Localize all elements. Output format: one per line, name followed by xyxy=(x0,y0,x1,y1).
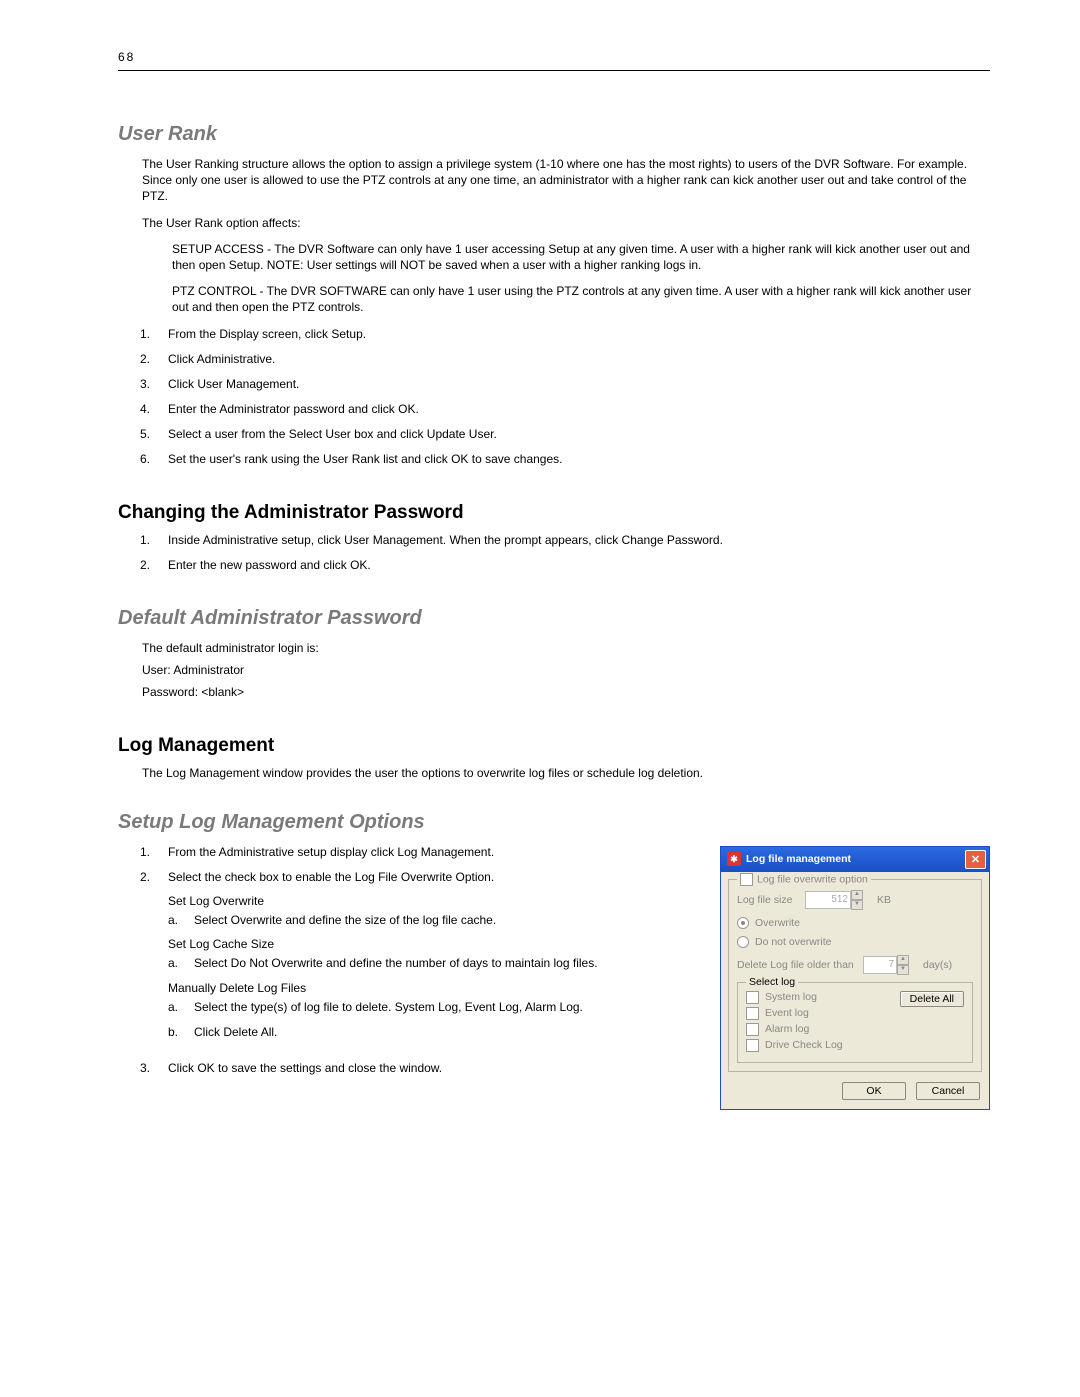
set-overwrite-a: Select Overwrite and define the size of … xyxy=(194,912,496,928)
log-file-size-label: Log file size xyxy=(737,894,805,906)
app-icon: ✱ xyxy=(727,852,741,866)
list-item: Enter the new password and click OK. xyxy=(168,557,371,573)
ok-button[interactable]: OK xyxy=(842,1082,906,1100)
default-pw-intro: The default administrator login is: xyxy=(142,640,990,656)
size-spinner[interactable]: ▲▼ xyxy=(851,890,863,910)
manual-delete-a: Select the type(s) of log file to delete… xyxy=(194,999,583,1015)
event-log-checkbox[interactable] xyxy=(746,1007,759,1020)
page-number: 68 xyxy=(118,50,990,64)
list-item: Click OK to save the settings and close … xyxy=(168,1060,442,1076)
kb-label: KB xyxy=(877,894,891,906)
overwrite-label: Overwrite xyxy=(755,917,800,929)
heading-change-password: Changing the Administrator Password xyxy=(118,502,990,524)
drive-check-log-label: Drive Check Log xyxy=(765,1039,843,1051)
event-log-label: Event log xyxy=(765,1007,809,1019)
list-item: Click User Management. xyxy=(168,376,299,392)
drive-check-log-checkbox[interactable] xyxy=(746,1039,759,1052)
list-item: Select a user from the Select User box a… xyxy=(168,426,497,442)
overwrite-option-checkbox[interactable] xyxy=(740,873,753,886)
select-log-label: Select log xyxy=(746,976,798,988)
header-divider xyxy=(118,70,990,71)
list-item: Select the check box to enable the Log F… xyxy=(168,869,494,885)
heading-setup-log: Setup Log Management Options xyxy=(118,811,990,834)
list-item: Set the user's rank using the User Rank … xyxy=(168,451,562,467)
manual-delete-b: Click Delete All. xyxy=(194,1024,277,1040)
log-mgmt-intro: The Log Management window provides the u… xyxy=(142,765,990,781)
set-cache-a: Select Do Not Overwrite and define the n… xyxy=(194,955,598,971)
do-not-overwrite-label: Do not overwrite xyxy=(755,936,831,948)
list-item: Click Administrative. xyxy=(168,351,275,367)
cancel-button[interactable]: Cancel xyxy=(916,1082,980,1100)
do-not-overwrite-radio[interactable] xyxy=(737,936,749,948)
delete-all-button[interactable]: Delete All xyxy=(900,991,964,1007)
log-file-management-dialog: ✱ Log file management ✕ Log file overwri… xyxy=(720,846,990,1110)
user-rank-steps: 1.From the Display screen, click Setup. … xyxy=(140,326,990,468)
user-rank-setup-access: SETUP ACCESS - The DVR Software can only… xyxy=(172,241,990,273)
change-pw-steps: 1.Inside Administrative setup, click Use… xyxy=(140,532,990,573)
delete-older-input[interactable]: 7 xyxy=(863,956,897,974)
alarm-log-label: Alarm log xyxy=(765,1023,809,1035)
default-pw-user: User: Administrator xyxy=(142,662,990,678)
heading-log-management: Log Management xyxy=(118,735,990,757)
days-spinner[interactable]: ▲▼ xyxy=(897,955,909,975)
log-file-size-input[interactable]: 512 xyxy=(805,891,851,909)
list-item: From the Display screen, click Setup. xyxy=(168,326,366,342)
system-log-label: System log xyxy=(765,991,817,1003)
list-item: From the Administrative setup display cl… xyxy=(168,844,494,860)
user-rank-ptz-control: PTZ CONTROL - The DVR SOFTWARE can only … xyxy=(172,283,990,315)
overwrite-radio[interactable] xyxy=(737,917,749,929)
heading-user-rank: User Rank xyxy=(118,123,990,146)
delete-older-label: Delete Log file older than xyxy=(737,959,863,971)
list-item: Enter the Administrator password and cli… xyxy=(168,401,419,417)
group-title-text: Log file overwrite option xyxy=(757,873,868,885)
list-item: Inside Administrative setup, click User … xyxy=(168,532,723,548)
heading-default-password: Default Administrator Password xyxy=(118,607,990,630)
alarm-log-checkbox[interactable] xyxy=(746,1023,759,1036)
user-rank-intro: The User Ranking structure allows the op… xyxy=(142,156,990,205)
user-rank-affects-label: The User Rank option affects: xyxy=(142,215,990,231)
dialog-titlebar[interactable]: ✱ Log file management ✕ xyxy=(721,847,989,872)
system-log-checkbox[interactable] xyxy=(746,991,759,1004)
close-icon[interactable]: ✕ xyxy=(965,850,986,869)
default-pw-password: Password: <blank> xyxy=(142,684,990,700)
days-label: day(s) xyxy=(923,959,952,971)
dialog-title: Log file management xyxy=(746,853,851,865)
